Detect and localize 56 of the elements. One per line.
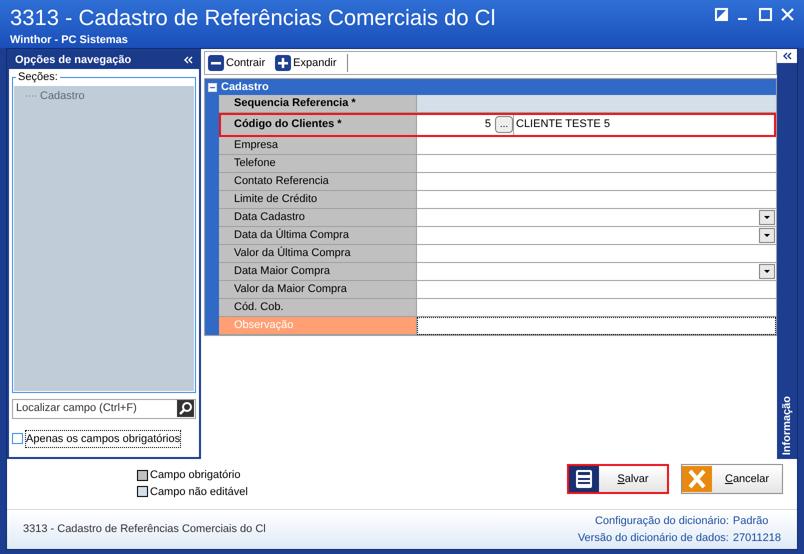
collapse-button[interactable]: Contrair [208,54,266,72]
config-value: Padrão [732,514,770,529]
input-field[interactable] [417,191,776,209]
config-label: Configuração do dicionário: [594,514,729,529]
field-label: Telefone [219,155,417,173]
double-chevron-left-icon[interactable] [782,52,792,60]
input-field[interactable] [417,281,776,299]
input-field[interactable] [417,173,776,191]
input-field[interactable] [417,299,776,317]
field-label: Data da Última Compra [219,227,417,245]
date-field[interactable] [417,263,776,281]
sections-label: Seções: [16,71,60,83]
input-field[interactable] [417,155,776,173]
legend-label: Campo não editável [150,484,248,500]
field-label: Data Cadastro [219,209,417,227]
window-subtitle: Winthor - PC Sistemas [10,33,129,48]
close-icon[interactable] [781,8,794,21]
input-field[interactable] [417,137,776,155]
field-label: Data Maior Compra [219,263,417,281]
restore-icon[interactable] [715,8,728,21]
maximize-icon[interactable] [759,8,772,21]
client-name-field: CLIENTE TESTE 5 [513,113,776,136]
group-title: Cadastro [221,80,269,95]
field-label: Limite de Crédito [219,191,417,209]
save-button[interactable]: Salvar [567,464,669,494]
input-field[interactable] [417,317,776,335]
cancel-button[interactable]: Cancelar [681,464,783,494]
date-field[interactable] [417,209,776,227]
expand-button[interactable]: Expandir [275,54,337,72]
window-title: 3313 - Cadastro de Referências Comerciais do Cl [10,4,496,32]
field-label: Contato Referencia [219,173,417,191]
field-label: Valor da Última Compra [219,245,417,263]
x-icon [682,466,712,492]
code-field[interactable]: 5 [417,116,495,133]
field-label: Código do Clientes * [219,113,417,137]
field-label: Cód. Cob. [219,299,417,317]
field-label: Empresa [219,137,417,155]
lookup-button[interactable]: ... [495,116,513,133]
search-icon[interactable] [177,400,194,417]
field-label: Sequencia Referencia * [219,95,417,113]
date-field[interactable] [417,227,776,245]
search-field[interactable]: Localizar campo (Ctrl+F) [12,398,196,418]
collapse-group-icon[interactable] [208,82,217,92]
checkbox-label[interactable]: Apenas os campos obrigatórios [26,430,180,447]
status-title: 3313 - Cadastro de Referências Comerciais do Cl [23,522,267,538]
legend-label: Campo obrigatório [150,468,240,483]
required-only-checkbox[interactable] [12,433,23,444]
input-field[interactable] [417,245,776,263]
version-value: 27011218 [732,530,781,546]
field-label: Valor da Maior Compra [219,281,417,299]
tree-connector-icon [26,95,38,98]
field-label: Observação [219,317,417,335]
minus-icon [208,55,224,71]
plus-icon [275,55,292,71]
version-label: Versão do dicionário de dados: [578,530,729,546]
panel-title: Opções de navegação [15,52,132,68]
